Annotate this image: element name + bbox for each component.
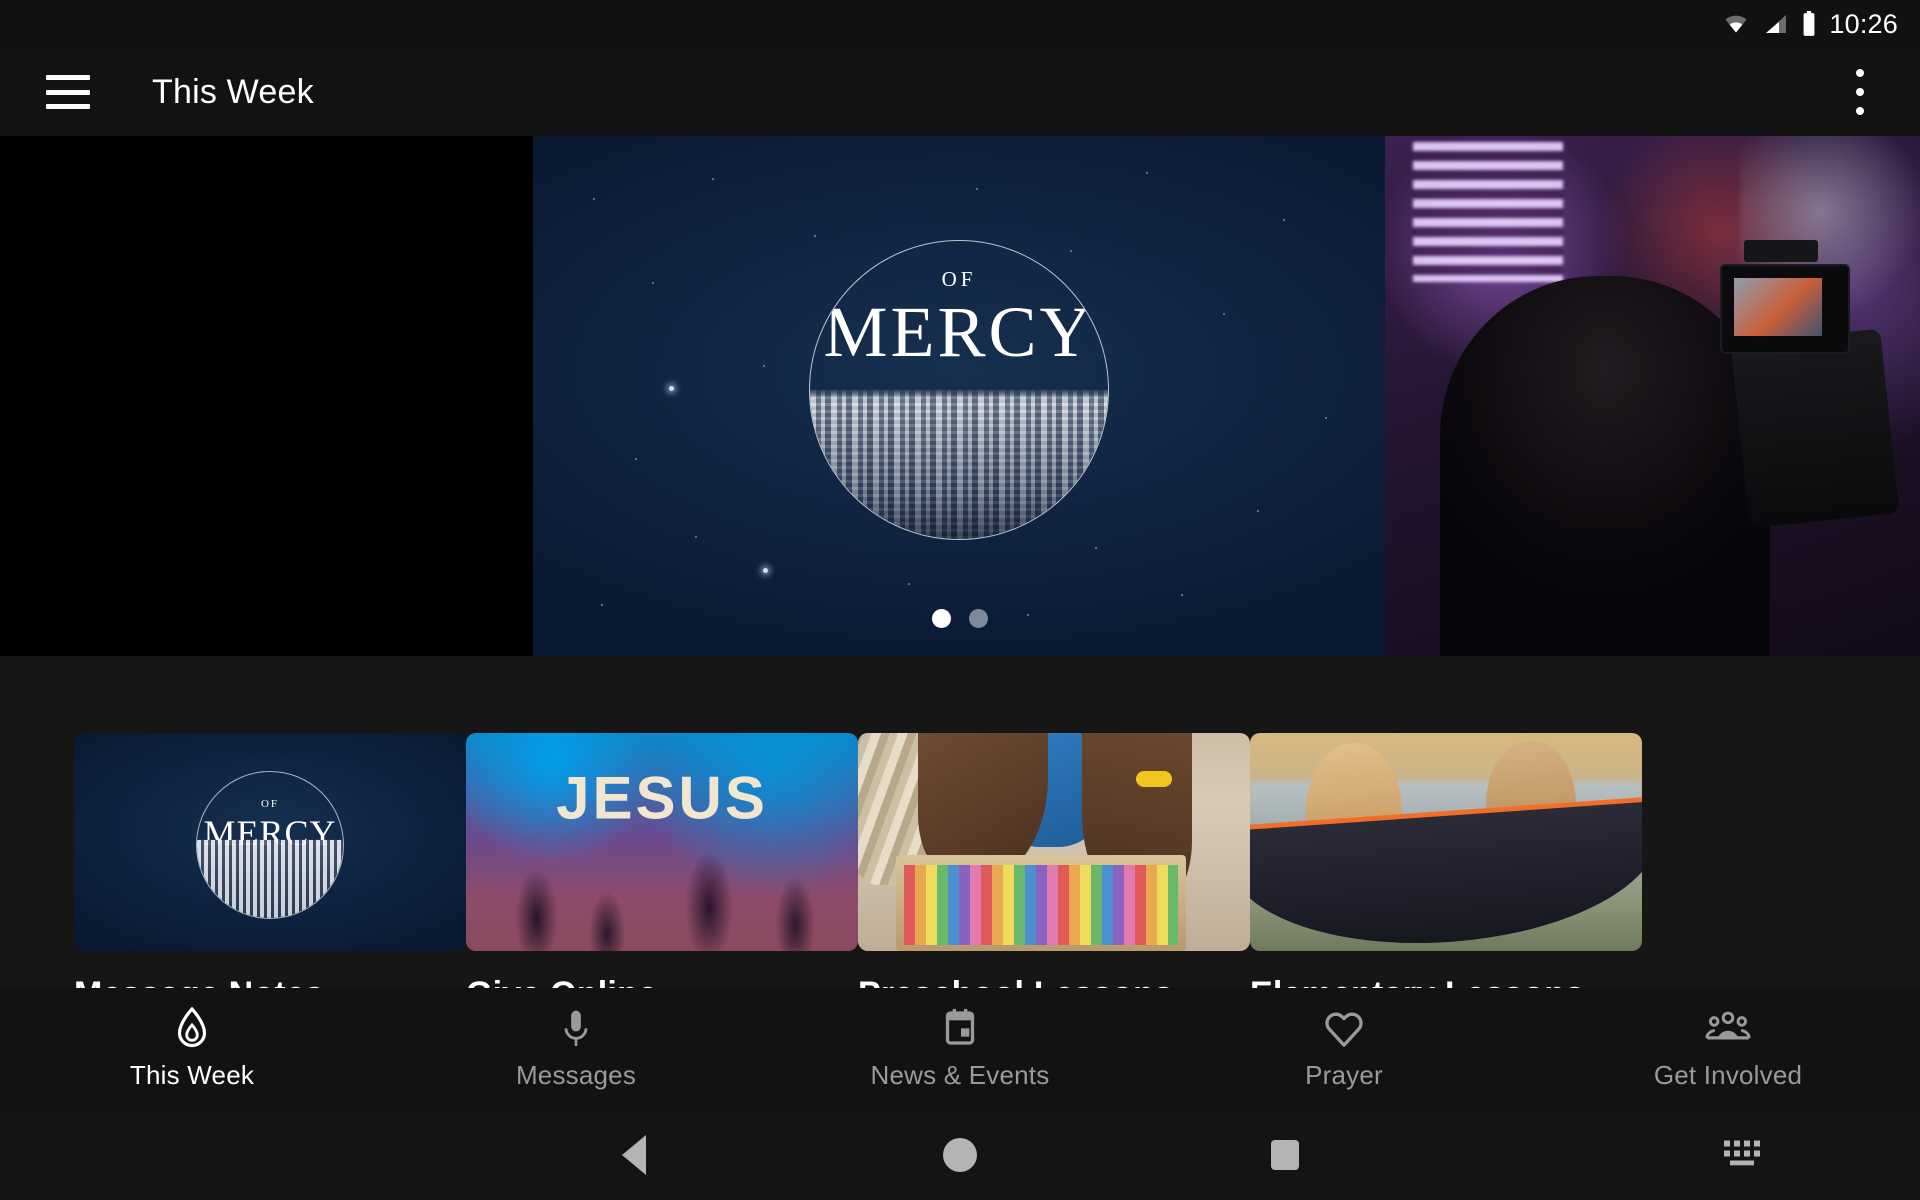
bottom-nav-label: Prayer [1305, 1060, 1383, 1090]
back-triangle-icon[interactable] [622, 1135, 646, 1175]
page-title: This Week [152, 72, 314, 111]
camera-monitor [1720, 240, 1850, 354]
bottom-nav-item-get-involved[interactable]: Get Involved [1536, 1007, 1920, 1091]
bottom-nav-item-messages[interactable]: Messages [384, 1007, 768, 1091]
flame-icon [172, 1007, 212, 1051]
heart-icon [1323, 1007, 1365, 1051]
card-thumbnail-preschool-lessons [858, 733, 1250, 951]
keyboard-icon[interactable] [1722, 1139, 1762, 1172]
card-preschool-lessons[interactable]: Preschool Lessons [858, 733, 1250, 1014]
microphone-icon [556, 1007, 596, 1051]
carousel-dot-1[interactable] [932, 609, 951, 628]
carousel-track[interactable]: Miracle OF MERCY [0, 136, 1920, 656]
logo-mercy-text: MERCY [823, 292, 1095, 372]
bottom-nav-item-prayer[interactable]: Prayer [1152, 1007, 1536, 1091]
overflow-menu-icon[interactable] [1840, 69, 1880, 115]
cell-signal-icon [1763, 12, 1789, 36]
miracle-of-mercy-logo: Miracle OF MERCY [809, 240, 1109, 540]
recents-square-icon[interactable] [1271, 1140, 1299, 1170]
card-give-online[interactable]: JESUS Give Online [466, 733, 858, 1014]
home-circle-icon[interactable] [943, 1138, 977, 1172]
card-thumbnail-message-notes: Miracle OF MERCY [74, 733, 466, 951]
carousel-slide-miracle-of-mercy[interactable]: Miracle OF MERCY [533, 136, 1385, 656]
android-system-navigation-bar [0, 1110, 1920, 1200]
calendar-icon [940, 1007, 980, 1051]
status-bar: 10:26 [0, 0, 1920, 48]
app-bar: This Week [0, 48, 1920, 136]
card-message-notes[interactable]: Miracle OF MERCY Message Notes [74, 733, 466, 1014]
bottom-nav-item-news-events[interactable]: News & Events [768, 1007, 1152, 1091]
camera-rig [1730, 328, 1900, 529]
people-group-icon [1705, 1007, 1751, 1051]
bottom-nav-label: Get Involved [1653, 1060, 1803, 1090]
bottom-navigation-bar: This Week Messages News & Events Prayer … [0, 988, 1920, 1110]
card-row: Miracle OF MERCY Message Notes JESUS Giv… [0, 733, 1920, 1014]
carousel-page-indicator[interactable] [0, 609, 1920, 628]
yellow-wristband [1136, 771, 1172, 787]
bottom-nav-label: News & Events [870, 1060, 1050, 1090]
mini-of-text: OF [260, 797, 280, 810]
carousel-dot-2[interactable] [969, 609, 988, 628]
card-elementary-lessons[interactable]: Elementary Lessons [1250, 733, 1642, 1014]
bottom-nav-item-this-week[interactable]: This Week [0, 1007, 384, 1091]
carousel-slide-previous[interactable] [0, 136, 533, 656]
chalk-box [896, 855, 1186, 951]
bottom-nav-label: Messages [515, 1060, 637, 1090]
card-thumbnail-give-online: JESUS [466, 733, 858, 951]
wifi-icon [1721, 12, 1751, 36]
status-bar-clock: 10:26 [1829, 8, 1898, 39]
hamburger-menu-icon[interactable] [46, 75, 90, 109]
mercy-logo-mini: Miracle OF MERCY [196, 770, 344, 919]
city-illustration [810, 389, 1108, 539]
bottom-nav-label: This Week [129, 1060, 255, 1090]
mini-city-illustration [197, 839, 343, 918]
android-app-screen: 10:26 This Week OF MERCY OF MERCY JESUS … [0, 0, 1920, 1200]
battery-icon [1801, 11, 1817, 37]
carousel-slide-videographer[interactable] [1385, 136, 1920, 656]
mini-script-text: Miracle [229, 772, 311, 773]
card-thumbnail-elementary-lessons [1250, 733, 1642, 951]
jesus-overlay-text: JESUS [556, 764, 768, 832]
window-blinds [1413, 142, 1563, 282]
hero-carousel[interactable]: Miracle OF MERCY [0, 136, 1920, 656]
logo-of-text: OF [941, 267, 977, 291]
